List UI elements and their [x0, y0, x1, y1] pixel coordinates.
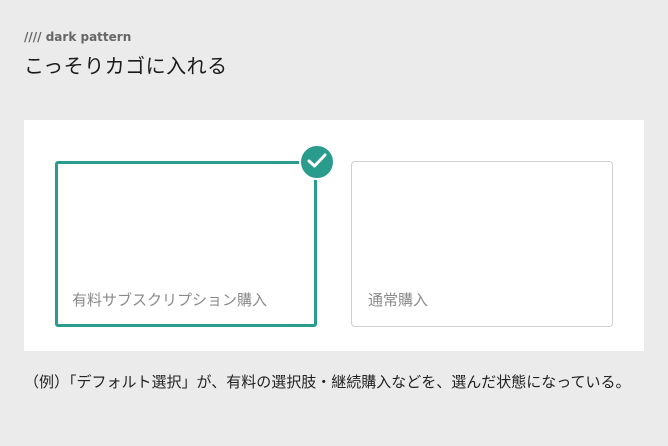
pattern-kicker: //// dark pattern [24, 30, 132, 44]
option-normal-purchase-label: 通常購入 [368, 291, 429, 309]
option-subscription-label: 有料サブスクリプション購入 [72, 291, 268, 309]
option-subscription-card[interactable]: 有料サブスクリプション購入 [55, 161, 317, 327]
check-circle-icon [299, 144, 335, 180]
page-title: こっそりカゴに入れる [24, 54, 228, 78]
example-caption: （例）「デフォルト選択」が、有料の選択肢・継続購入などを、選んだ状態になっている… [24, 373, 631, 391]
option-normal-purchase-card[interactable]: 通常購入 [351, 161, 613, 327]
example-panel: 有料サブスクリプション購入 通常購入 [24, 120, 644, 351]
